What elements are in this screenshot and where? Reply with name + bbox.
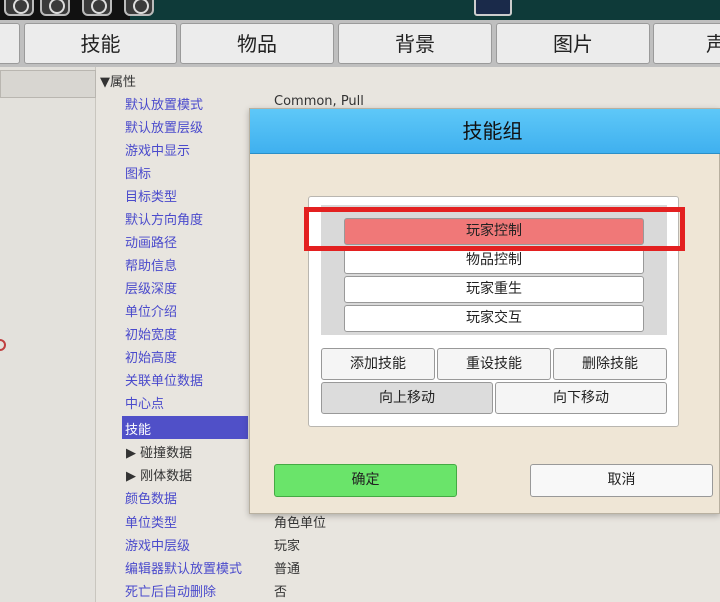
property-name: 单位介绍: [125, 305, 178, 320]
ok-button[interactable]: 确定: [274, 464, 457, 497]
tab-backgrounds[interactable]: 背景: [338, 23, 492, 64]
tab-images[interactable]: 图片: [496, 23, 650, 64]
property-row[interactable]: 死亡后自动删除 否: [96, 578, 720, 601]
skill-group-dialog: 技能组 玩家控制 物品控制 玩家重生 玩家交互 添加技能 重设技能 删除技能 向…: [249, 108, 720, 514]
property-name: 初始高度: [125, 351, 178, 366]
toolbar-background: [130, 0, 720, 20]
property-name: 技能: [125, 423, 152, 438]
property-name: ▶ 碰撞数据: [126, 446, 193, 461]
property-name: 颜色数据: [125, 492, 178, 507]
move-down-button[interactable]: 向下移动: [495, 382, 667, 414]
tab-sounds[interactable]: 声: [653, 23, 720, 64]
lock-icon[interactable]: [124, 0, 154, 16]
property-name: 动画路径: [125, 236, 178, 251]
property-name: 默认方向角度: [125, 213, 204, 228]
property-value: 普通: [274, 562, 301, 577]
reset-skill-button[interactable]: 重设技能: [437, 348, 551, 380]
property-name: 游戏中层级: [125, 539, 191, 554]
property-name: 中心点: [125, 397, 165, 412]
property-name: 编辑器默认放置模式: [125, 562, 243, 577]
property-name: 游戏中显示: [125, 144, 191, 159]
property-row[interactable]: 编辑器默认放置模式 普通: [96, 555, 720, 578]
property-value: Common, Pull: [274, 94, 364, 109]
document-icon[interactable]: [4, 0, 34, 16]
property-row[interactable]: 游戏中层级 玩家: [96, 532, 720, 555]
dialog-title-bar[interactable]: 技能组: [250, 109, 720, 154]
property-name: 死亡后自动删除: [125, 585, 217, 600]
tab-skills[interactable]: 技能: [24, 23, 177, 64]
property-name: ▶ 刚体数据: [126, 469, 193, 484]
properties-header[interactable]: ▼属性: [100, 71, 136, 90]
delete-skill-button[interactable]: 删除技能: [553, 348, 667, 380]
property-name: 初始宽度: [125, 328, 178, 343]
property-value: 玩家: [274, 539, 301, 554]
skill-list-item[interactable]: 物品控制: [344, 247, 644, 274]
skill-list-item[interactable]: 玩家重生: [344, 276, 644, 303]
property-name: 帮助信息: [125, 259, 178, 274]
circle-button-icon[interactable]: [40, 0, 70, 16]
cancel-button[interactable]: 取消: [530, 464, 713, 497]
property-name: 目标类型: [125, 190, 178, 205]
property-name: 单位类型: [125, 516, 178, 531]
add-skill-button[interactable]: 添加技能: [321, 348, 435, 380]
property-name: 层级深度: [125, 282, 178, 297]
property-name: 默认放置层级: [125, 121, 204, 136]
property-name: 默认放置模式: [125, 98, 204, 113]
highlight-box: [304, 207, 685, 251]
left-panel: [0, 67, 96, 602]
property-value: 角色单位: [274, 516, 327, 531]
tab-partial[interactable]: [0, 23, 20, 64]
property-name: 图标: [125, 167, 152, 182]
left-panel-bar[interactable]: [0, 70, 96, 98]
tab-bar: 技能 物品 背景 图片 声: [0, 20, 720, 67]
preview-icon[interactable]: [474, 0, 512, 16]
move-up-button[interactable]: 向上移动: [321, 382, 493, 414]
skill-list-item[interactable]: 玩家交互: [344, 305, 644, 332]
tab-items[interactable]: 物品: [180, 23, 334, 64]
top-toolbar: [0, 0, 720, 20]
marker-icon: [0, 339, 6, 351]
property-name: 关联单位数据: [125, 374, 204, 389]
dialog-title: 技能组: [462, 119, 523, 143]
property-value: 否: [274, 585, 288, 600]
circle-button-icon[interactable]: [82, 0, 112, 16]
